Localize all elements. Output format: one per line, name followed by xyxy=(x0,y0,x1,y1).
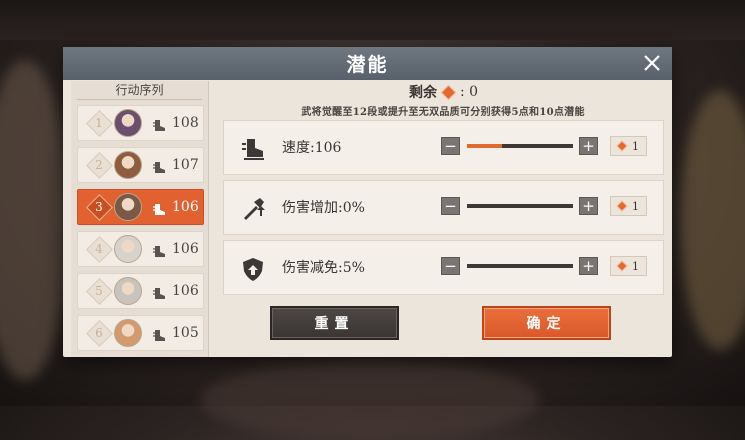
point-cost-box: 1 xyxy=(610,136,647,156)
hero-avatar xyxy=(114,193,142,221)
rank-number: 5 xyxy=(95,284,103,298)
speed-icon xyxy=(153,285,167,299)
action-order-item[interactable]: 3 106 xyxy=(77,189,204,225)
stat-label: 速度:106 xyxy=(282,140,342,156)
potential-info-text: 武将觉醒至12段或提升至无双品质可分别获得5点和10点潜能 xyxy=(301,107,585,118)
potential-stat-row: 伤害增加:0% − +1 xyxy=(223,180,664,235)
action-order-item[interactable]: 6 105 xyxy=(77,315,204,351)
background-top-bar xyxy=(0,0,745,40)
speed-icon xyxy=(153,159,167,173)
hero-avatar xyxy=(114,319,142,347)
background-blur xyxy=(200,360,540,440)
remaining-points: 剩余 : 0 xyxy=(409,81,478,103)
potential-point-icon xyxy=(616,260,628,272)
hero-speed-value: 106 xyxy=(172,241,199,257)
action-order-item[interactable]: 4 106 xyxy=(77,231,204,267)
rank-number: 2 xyxy=(95,158,103,172)
increase-button[interactable]: + xyxy=(579,257,598,275)
speed-boot-icon xyxy=(240,136,266,162)
background-blur xyxy=(680,90,745,350)
hero-speed-value: 105 xyxy=(172,325,199,341)
point-cost-box: 1 xyxy=(610,256,647,276)
hero-avatar xyxy=(114,277,142,305)
slider-fill xyxy=(467,144,502,148)
action-order-item[interactable]: 1 108 xyxy=(77,105,204,141)
reset-button[interactable]: 重置 xyxy=(270,306,399,340)
hero-speed-value: 108 xyxy=(172,115,199,131)
hero-speed-value: 106 xyxy=(172,283,199,299)
speed-icon xyxy=(153,117,167,131)
stat-slider[interactable] xyxy=(467,264,573,268)
speed-icon xyxy=(153,327,167,341)
decrease-button[interactable]: − xyxy=(441,137,460,155)
hero-speed-value: 107 xyxy=(172,157,199,173)
increase-button[interactable]: + xyxy=(579,197,598,215)
stat-slider[interactable] xyxy=(467,144,573,148)
rank-number: 4 xyxy=(95,242,103,256)
sword-up-icon xyxy=(240,196,266,222)
rank-number: 1 xyxy=(95,116,103,130)
close-icon[interactable] xyxy=(640,51,664,75)
decrease-button[interactable]: − xyxy=(441,257,460,275)
rank-number: 6 xyxy=(95,326,103,340)
stat-slider[interactable] xyxy=(467,204,573,208)
divider xyxy=(77,99,202,100)
hero-speed-value: 106 xyxy=(172,199,199,215)
increase-button[interactable]: + xyxy=(579,137,598,155)
hero-avatar xyxy=(114,235,142,263)
speed-icon xyxy=(153,243,167,257)
potential-point-icon xyxy=(616,200,628,212)
point-cost: 1 xyxy=(632,259,639,273)
hero-avatar xyxy=(114,109,142,137)
rank-number: 3 xyxy=(95,200,103,214)
point-cost: 1 xyxy=(632,199,639,213)
confirm-button[interactable]: 确定 xyxy=(482,306,611,340)
potential-point-icon xyxy=(616,140,628,152)
potential-stat-row: 伤害减免:5% − +1 xyxy=(223,240,664,295)
remaining-value: : 0 xyxy=(460,84,479,100)
hero-avatar xyxy=(114,151,142,179)
point-cost: 1 xyxy=(632,139,639,153)
decrease-button[interactable]: − xyxy=(441,197,460,215)
action-order-title: 行动序列 xyxy=(115,83,164,97)
potential-point-icon xyxy=(440,84,457,100)
action-order-item[interactable]: 2 107 xyxy=(77,147,204,183)
dialog-title-bar: 潜能 xyxy=(63,47,672,80)
action-order-panel: 行动序列 1 108 2 107 3 106 4 106 5 106 6 105 xyxy=(71,81,209,357)
dialog-title: 潜能 xyxy=(346,54,389,76)
remaining-label: 剩余 xyxy=(409,85,437,101)
background-blur xyxy=(0,60,70,380)
stat-label: 伤害增加:0% xyxy=(282,200,365,216)
stat-label: 伤害减免:5% xyxy=(282,260,365,276)
action-order-item[interactable]: 5 106 xyxy=(77,273,204,309)
potential-dialog: 潜能 行动序列 1 108 2 107 3 106 4 106 5 106 6 105 剩余 : 0 … xyxy=(63,47,672,357)
shield-up-icon xyxy=(240,256,266,282)
point-cost-box: 1 xyxy=(610,196,647,216)
potential-stat-row: 速度:106 − +1 xyxy=(223,120,664,175)
speed-icon xyxy=(153,201,167,215)
